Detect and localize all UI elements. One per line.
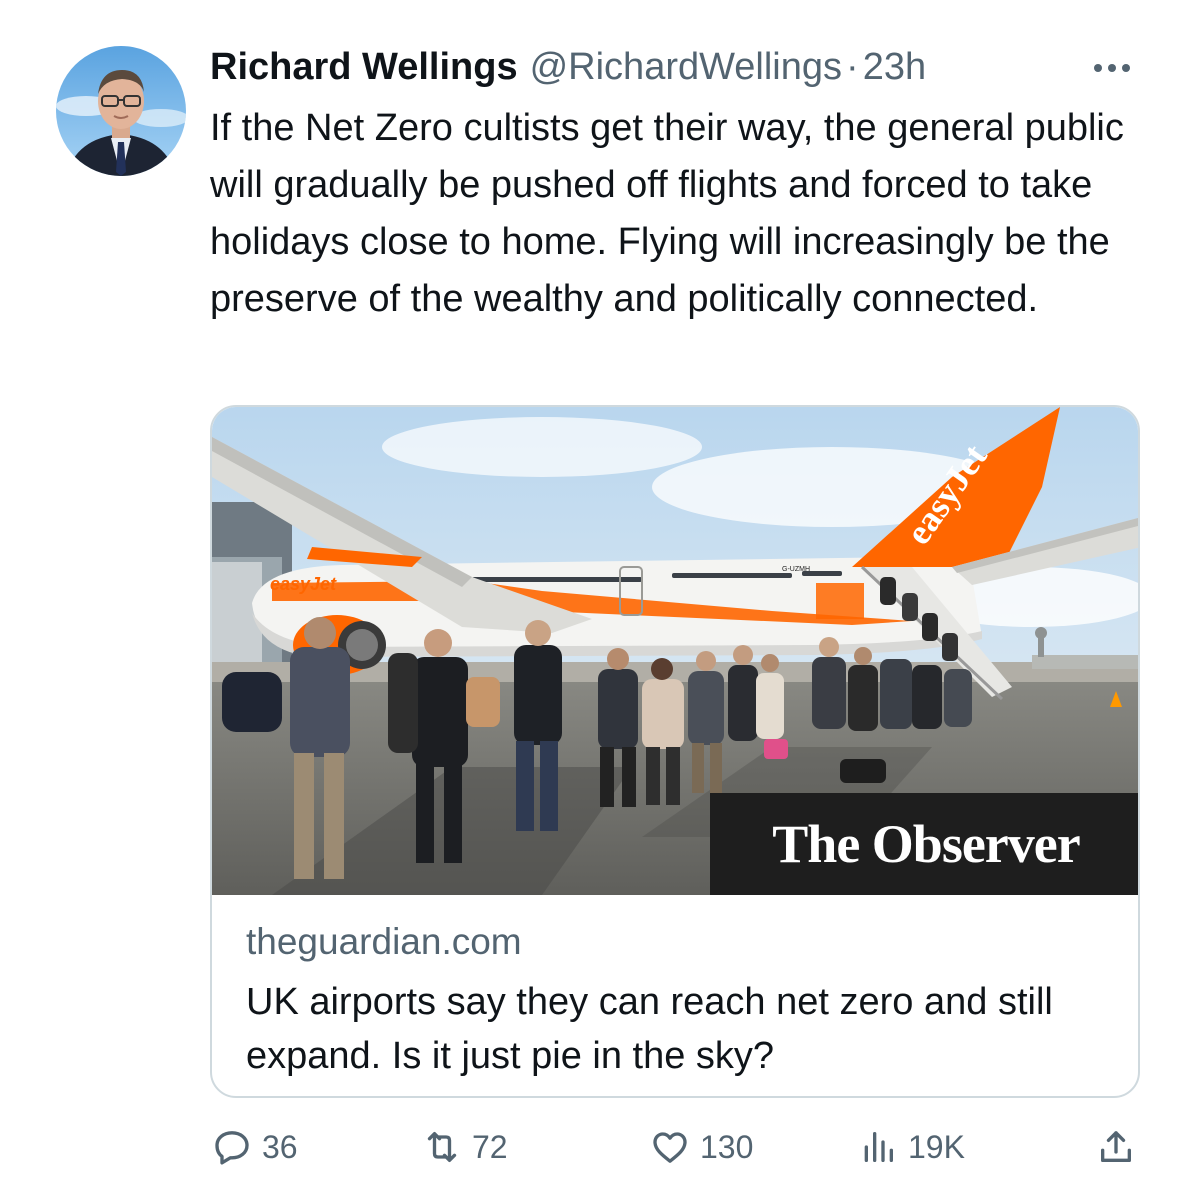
reply-count: 36 xyxy=(262,1128,298,1165)
retweet-count: 72 xyxy=(472,1128,508,1165)
share-icon xyxy=(1101,1131,1131,1162)
heart-icon xyxy=(653,1132,687,1163)
display-name[interactable]: Richard Wellings xyxy=(210,42,518,92)
action-bar: 36 72 130 19K xyxy=(210,1118,1145,1176)
reply-icon xyxy=(215,1131,249,1165)
fuselage-logo: easyJet xyxy=(270,574,337,594)
avatar[interactable] xyxy=(56,46,186,176)
separator-dot: · xyxy=(846,46,859,88)
like-button[interactable]: 130 xyxy=(650,1118,753,1176)
link-card[interactable]: G-UZMH easyJet easyJet The Observer theg… xyxy=(210,405,1140,1098)
tweet-header: Richard Wellings @RichardWellings · 23h xyxy=(210,42,1136,92)
reply-button[interactable]: 36 xyxy=(212,1118,298,1176)
publication-badge: The Observer xyxy=(710,793,1138,895)
registration-label: G-UZMH xyxy=(782,566,810,573)
card-title[interactable]: UK airports say they can reach net zero … xyxy=(246,975,1126,1083)
share-button[interactable] xyxy=(1096,1118,1146,1176)
card-image[interactable]: G-UZMH easyJet easyJet The Observer xyxy=(212,407,1138,895)
like-count: 130 xyxy=(700,1128,754,1165)
more-icon[interactable] xyxy=(1094,60,1136,76)
card-domain: theguardian.com xyxy=(246,921,522,962)
tweet[interactable]: Richard Wellings @RichardWellings · 23h … xyxy=(0,0,1196,1200)
views-icon xyxy=(864,1132,893,1162)
retweet-icon xyxy=(427,1132,457,1162)
timestamp[interactable]: 23h xyxy=(863,42,926,92)
user-handle[interactable]: @RichardWellings xyxy=(530,42,842,92)
view-count: 19K xyxy=(908,1128,965,1165)
views-button[interactable]: 19K xyxy=(858,1118,965,1176)
retweet-button[interactable]: 72 xyxy=(422,1118,508,1176)
avatar-image xyxy=(56,46,186,176)
tweet-text: If the Net Zero cultists get their way, … xyxy=(210,107,1124,320)
